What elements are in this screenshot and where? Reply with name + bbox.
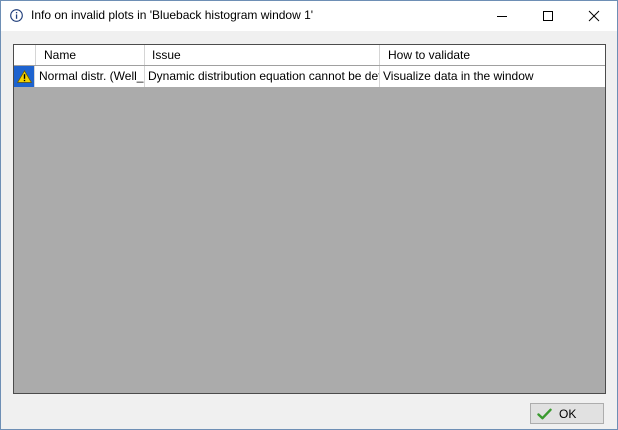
ok-button[interactable]: OK xyxy=(530,403,604,424)
dialog-window: Info on invalid plots in 'Blueback histo… xyxy=(0,0,618,430)
column-header-name[interactable]: Name xyxy=(36,45,145,65)
row-header-corner xyxy=(14,45,36,65)
column-header-how-to-validate[interactable]: How to validate xyxy=(380,45,605,65)
checkmark-icon xyxy=(537,408,552,420)
close-icon xyxy=(588,10,600,22)
cell-issue[interactable]: Dynamic distribution equation cannot be … xyxy=(145,66,380,87)
column-header-issue[interactable]: Issue xyxy=(145,45,380,65)
row-header[interactable] xyxy=(14,66,35,87)
minimize-icon xyxy=(497,16,507,17)
table-row[interactable]: Normal distr. (Well_2) Dynamic distribut… xyxy=(14,66,605,87)
close-button[interactable] xyxy=(571,1,617,31)
maximize-button[interactable] xyxy=(525,1,571,31)
warning-icon xyxy=(17,70,32,83)
maximize-icon xyxy=(543,11,553,21)
window-title: Info on invalid plots in 'Blueback histo… xyxy=(31,8,314,22)
title-bar[interactable]: Info on invalid plots in 'Blueback histo… xyxy=(1,1,617,31)
invalid-plots-grid[interactable]: Name Issue How to validate Normal distr.… xyxy=(13,44,606,394)
ok-button-label: OK xyxy=(559,407,577,421)
cell-how-to-validate[interactable]: Visualize data in the window xyxy=(380,66,605,87)
minimize-button[interactable] xyxy=(479,1,525,31)
grid-header: Name Issue How to validate xyxy=(14,45,605,66)
cell-name[interactable]: Normal distr. (Well_2) xyxy=(36,66,145,87)
info-icon xyxy=(10,9,23,22)
